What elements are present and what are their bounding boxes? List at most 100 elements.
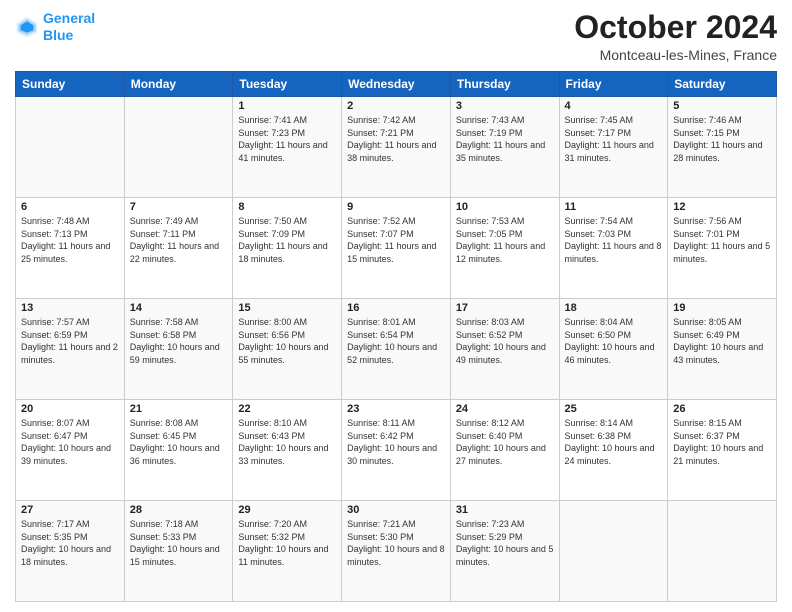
calendar-cell [668, 501, 777, 602]
calendar-cell: 4 Sunrise: 7:45 AMSunset: 7:17 PMDaylight… [559, 97, 668, 198]
day-number: 7 [130, 201, 228, 213]
calendar-cell: 1Sunrise: 7:41 AMSunset: 7:23 PMDaylight… [233, 97, 342, 198]
cell-info: Sunrise: 7:17 AMSunset: 5:35 PMDaylight:… [21, 518, 119, 568]
cell-info: Sunrise: 8:01 AMSunset: 6:54 PMDaylight:… [347, 316, 445, 366]
title-area: October 2024 Montceau-les-Mines, France [574, 10, 777, 63]
day-number: 5 [673, 100, 771, 112]
col-monday: Monday [124, 72, 233, 97]
cell-info: Sunrise: 7:48 AMSunset: 7:13 PMDaylight:… [21, 215, 119, 265]
cell-info: Sunrise: 7:21 AMSunset: 5:30 PMDaylight:… [347, 518, 445, 568]
day-number: 21 [130, 403, 228, 415]
calendar-cell: 12 Sunrise: 7:56 AMSunset: 7:01 PMDayligh… [668, 198, 777, 299]
month-title: October 2024 [574, 10, 777, 45]
cell-info: Sunrise: 8:08 AMSunset: 6:45 PMDaylight:… [130, 417, 228, 467]
calendar-week-4: 20 Sunrise: 8:07 AMSunset: 6:47 PMDayligh… [16, 400, 777, 501]
day-number: 10 [456, 201, 554, 213]
cell-info: Sunrise: 7:43 AMSunset: 7:19 PMDaylight:… [456, 114, 554, 164]
cell-info: Sunrise: 8:04 AMSunset: 6:50 PMDaylight:… [565, 316, 663, 366]
calendar-cell: 21 Sunrise: 8:08 AMSunset: 6:45 PMDayligh… [124, 400, 233, 501]
calendar-cell: 2Sunrise: 7:42 AMSunset: 7:21 PMDaylight… [342, 97, 451, 198]
cell-info: Sunrise: 8:00 AMSunset: 6:56 PMDaylight:… [238, 316, 336, 366]
calendar-cell: 7 Sunrise: 7:49 AMSunset: 7:11 PMDaylight… [124, 198, 233, 299]
day-number: 23 [347, 403, 445, 415]
calendar-cell: 6 Sunrise: 7:48 AMSunset: 7:13 PMDaylight… [16, 198, 125, 299]
day-number: 11 [565, 201, 663, 213]
cell-info: Sunrise: 7:57 AMSunset: 6:59 PMDaylight:… [21, 316, 119, 366]
col-friday: Friday [559, 72, 668, 97]
day-number: 13 [21, 302, 119, 314]
day-number: 30 [347, 504, 445, 516]
day-number: 4 [565, 100, 663, 112]
day-number: 3 [456, 100, 554, 112]
day-number: 14 [130, 302, 228, 314]
cell-info: Sunrise: 7:23 AMSunset: 5:29 PMDaylight:… [456, 518, 554, 568]
day-number: 27 [21, 504, 119, 516]
day-number: 24 [456, 403, 554, 415]
col-tuesday: Tuesday [233, 72, 342, 97]
calendar-cell: 9Sunrise: 7:52 AMSunset: 7:07 PMDaylight… [342, 198, 451, 299]
day-number: 12 [673, 201, 771, 213]
cell-info: Sunrise: 8:05 AMSunset: 6:49 PMDaylight:… [673, 316, 771, 366]
cell-info: Sunrise: 7:41 AMSunset: 7:23 PMDaylight:… [238, 114, 336, 164]
calendar: Sunday Monday Tuesday Wednesday Thursday… [15, 71, 777, 602]
calendar-cell: 8Sunrise: 7:50 AMSunset: 7:09 PMDaylight… [233, 198, 342, 299]
day-number: 9 [347, 201, 445, 213]
logo-icon [15, 15, 39, 39]
calendar-cell: 13 Sunrise: 7:57 AMSunset: 6:59 PMDayligh… [16, 299, 125, 400]
day-number: 2 [347, 100, 445, 112]
day-number: 16 [347, 302, 445, 314]
day-number: 20 [21, 403, 119, 415]
col-thursday: Thursday [450, 72, 559, 97]
day-number: 28 [130, 504, 228, 516]
cell-info: Sunrise: 7:18 AMSunset: 5:33 PMDaylight:… [130, 518, 228, 568]
day-number: 19 [673, 302, 771, 314]
calendar-cell: 11 Sunrise: 7:54 AMSunset: 7:03 PMDayligh… [559, 198, 668, 299]
calendar-cell: 26Sunrise: 8:15 AMSunset: 6:37 PMDayligh… [668, 400, 777, 501]
calendar-header-row: Sunday Monday Tuesday Wednesday Thursday… [16, 72, 777, 97]
col-saturday: Saturday [668, 72, 777, 97]
cell-info: Sunrise: 7:53 AMSunset: 7:05 PMDaylight:… [456, 215, 554, 265]
col-wednesday: Wednesday [342, 72, 451, 97]
calendar-cell: 19 Sunrise: 8:05 AMSunset: 6:49 PMDayligh… [668, 299, 777, 400]
calendar-cell: 25Sunrise: 8:14 AMSunset: 6:38 PMDayligh… [559, 400, 668, 501]
cell-info: Sunrise: 7:49 AMSunset: 7:11 PMDaylight:… [130, 215, 228, 265]
cell-info: Sunrise: 8:15 AMSunset: 6:37 PMDaylight:… [673, 417, 771, 467]
calendar-week-3: 13 Sunrise: 7:57 AMSunset: 6:59 PMDayligh… [16, 299, 777, 400]
day-number: 17 [456, 302, 554, 314]
calendar-cell: 30 Sunrise: 7:21 AMSunset: 5:30 PMDayligh… [342, 501, 451, 602]
calendar-cell [559, 501, 668, 602]
calendar-week-2: 6 Sunrise: 7:48 AMSunset: 7:13 PMDaylight… [16, 198, 777, 299]
cell-info: Sunrise: 7:45 AMSunset: 7:17 PMDaylight:… [565, 114, 663, 164]
calendar-cell: 20 Sunrise: 8:07 AMSunset: 6:47 PMDayligh… [16, 400, 125, 501]
calendar-cell: 5Sunrise: 7:46 AMSunset: 7:15 PMDaylight… [668, 97, 777, 198]
calendar-cell: 16 Sunrise: 8:01 AMSunset: 6:54 PMDayligh… [342, 299, 451, 400]
calendar-cell: 29 Sunrise: 7:20 AMSunset: 5:32 PMDayligh… [233, 501, 342, 602]
day-number: 6 [21, 201, 119, 213]
calendar-cell: 18 Sunrise: 8:04 AMSunset: 6:50 PMDayligh… [559, 299, 668, 400]
day-number: 31 [456, 504, 554, 516]
cell-info: Sunrise: 8:14 AMSunset: 6:38 PMDaylight:… [565, 417, 663, 467]
calendar-cell: 14 Sunrise: 7:58 AMSunset: 6:58 PMDayligh… [124, 299, 233, 400]
cell-info: Sunrise: 7:20 AMSunset: 5:32 PMDaylight:… [238, 518, 336, 568]
calendar-cell: 28 Sunrise: 7:18 AMSunset: 5:33 PMDayligh… [124, 501, 233, 602]
calendar-cell [124, 97, 233, 198]
cell-info: Sunrise: 8:07 AMSunset: 6:47 PMDaylight:… [21, 417, 119, 467]
location: Montceau-les-Mines, France [574, 47, 777, 63]
calendar-cell: 3 Sunrise: 7:43 AMSunset: 7:19 PMDaylight… [450, 97, 559, 198]
calendar-cell: 23Sunrise: 8:11 AMSunset: 6:42 PMDayligh… [342, 400, 451, 501]
cell-info: Sunrise: 7:54 AMSunset: 7:03 PMDaylight:… [565, 215, 663, 265]
day-number: 22 [238, 403, 336, 415]
calendar-cell: 31 Sunrise: 7:23 AMSunset: 5:29 PMDayligh… [450, 501, 559, 602]
calendar-cell: 27 Sunrise: 7:17 AMSunset: 5:35 PMDayligh… [16, 501, 125, 602]
cell-info: Sunrise: 8:03 AMSunset: 6:52 PMDaylight:… [456, 316, 554, 366]
day-number: 18 [565, 302, 663, 314]
day-number: 29 [238, 504, 336, 516]
cell-info: Sunrise: 7:58 AMSunset: 6:58 PMDaylight:… [130, 316, 228, 366]
calendar-cell: 15Sunrise: 8:00 AMSunset: 6:56 PMDayligh… [233, 299, 342, 400]
calendar-cell: 24 Sunrise: 8:12 AMSunset: 6:40 PMDayligh… [450, 400, 559, 501]
calendar-cell [16, 97, 125, 198]
cell-info: Sunrise: 7:50 AMSunset: 7:09 PMDaylight:… [238, 215, 336, 265]
calendar-cell: 17 Sunrise: 8:03 AMSunset: 6:52 PMDayligh… [450, 299, 559, 400]
cell-info: Sunrise: 7:56 AMSunset: 7:01 PMDaylight:… [673, 215, 771, 265]
cell-info: Sunrise: 8:12 AMSunset: 6:40 PMDaylight:… [456, 417, 554, 467]
